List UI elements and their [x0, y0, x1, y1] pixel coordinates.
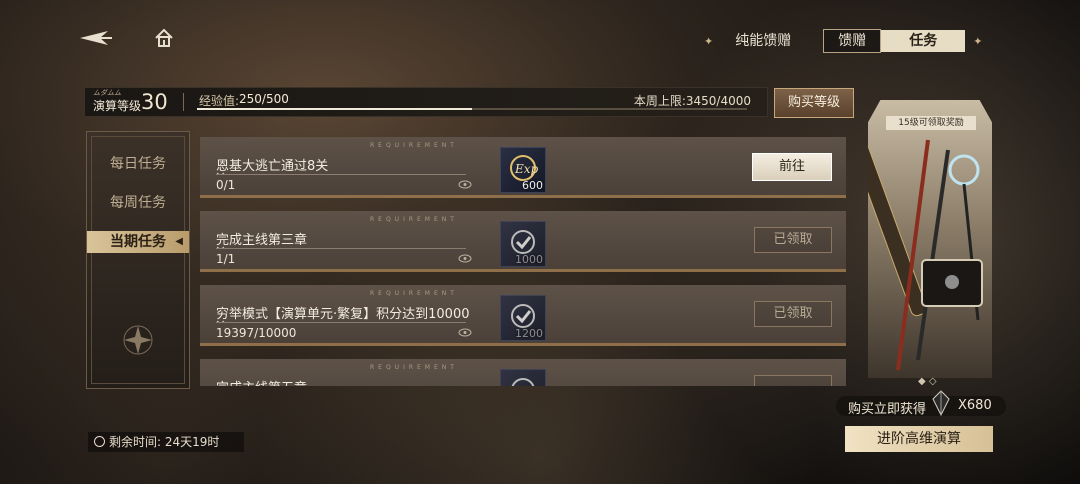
emblem-icon [123, 325, 153, 355]
tab-gift[interactable]: 馈赠 [823, 29, 882, 53]
reward-amount: 600 [522, 179, 543, 192]
menu-daily-tasks[interactable]: 每日任务 [87, 153, 189, 175]
task-progress: 19397/10000 [216, 326, 297, 340]
buy-level-button[interactable]: 购买等级 [774, 88, 854, 118]
divider [216, 174, 466, 175]
go-button[interactable]: 前往 [752, 153, 832, 181]
buy-now-bar: 购买立即获得 X680 [836, 390, 1006, 417]
exp-label: 经验值: [199, 94, 240, 108]
task-name: 完成主线第三章 [216, 233, 308, 248]
level-label: 演算等级 [93, 99, 142, 113]
check-badge-icon [511, 378, 535, 386]
task-category-menu: 每日任务 每周任务 当期任务 ◀ [86, 131, 190, 389]
divider [216, 248, 466, 249]
level-bar: ムダムム 演算等级 30 经验值: 250/500 本周上限:3450/4000 [84, 87, 768, 117]
remaining-time-label: 剩余时间: 24天19时 [109, 435, 220, 449]
clock-icon [94, 436, 105, 447]
requirement-caption: REQUIREMENT [370, 142, 458, 149]
reward-item[interactable]: 1200 [500, 295, 546, 341]
advance-button[interactable]: 进阶高维演算 [845, 426, 993, 452]
buy-now-label: 购买立即获得 [848, 402, 927, 417]
menu-label: 每周任务 [110, 195, 166, 211]
level-reward-preview[interactable]: 15级可领取奖励 [868, 100, 992, 378]
buy-now-amount: X680 [958, 398, 992, 413]
requirement-caption: REQUIREMENT [370, 290, 458, 297]
home-icon[interactable] [152, 26, 176, 50]
remaining-time: 剩余时间: 24天19时 [88, 432, 244, 452]
eye-icon[interactable] [458, 328, 472, 337]
task-name: 穷举模式【演算单元·繁复】积分达到10000 [216, 307, 470, 322]
menu-label: 每日任务 [110, 156, 166, 172]
decor-diamonds-icon: ◆ ◇ [918, 376, 937, 387]
task-row: REQUIREMENT 完成主线第三章 • • 1/1 1000 已领取 [200, 211, 846, 272]
sparkle-icon: ✦ [973, 34, 983, 48]
menu-label: 当期任务 [110, 234, 166, 250]
reward-item[interactable]: 1000 [500, 221, 546, 267]
exp-value: 250/500 [239, 92, 289, 106]
menu-weekly-tasks[interactable]: 每周任务 [87, 192, 189, 214]
claimed-button[interactable] [754, 375, 832, 386]
reward-item[interactable]: Exp 600 [500, 147, 546, 193]
task-row: REQUIREMENT 完成主线第五章 [200, 359, 846, 386]
requirement-caption: REQUIREMENT [370, 364, 458, 371]
task-name: 完成主线第五章 [216, 377, 307, 386]
claimed-button[interactable]: 已领取 [754, 227, 832, 253]
task-progress: 0/1 [216, 178, 236, 192]
exp-progress-fill [197, 108, 472, 110]
task-name: 恩基大逃亡通过8关 [216, 159, 329, 174]
tab-tasks[interactable]: 任务 [881, 30, 966, 52]
task-row: REQUIREMENT 穷举模式【演算单元·繁复】积分达到10000 • • 1… [200, 285, 846, 346]
tab-pure-energy-gift[interactable]: 纯能馈赠 [721, 30, 805, 52]
sparkle-icon: ✦ [704, 34, 714, 48]
reward-amount: 1200 [515, 327, 543, 340]
divider [216, 322, 466, 323]
reward-amount: 1000 [515, 253, 543, 266]
reward-item[interactable] [500, 369, 546, 386]
task-progress: 1/1 [216, 252, 236, 266]
weapons-artwork-icon [868, 139, 983, 371]
level-value: 30 [141, 90, 168, 114]
menu-season-tasks[interactable]: 当期任务 ◀ [87, 231, 189, 253]
svg-text:Exp: Exp [514, 162, 539, 176]
weekly-cap: 本周上限:3450/4000 [633, 94, 751, 108]
chevron-left-icon: ◀ [175, 236, 183, 247]
back-arrow-icon[interactable] [78, 27, 114, 49]
requirement-caption: REQUIREMENT [370, 216, 458, 223]
crystal-icon [932, 390, 950, 416]
task-list[interactable]: REQUIREMENT 恩基大逃亡通过8关 • • 0/1 Exp 600 前往… [196, 131, 848, 386]
divider [183, 93, 184, 111]
claimed-button[interactable]: 已领取 [754, 301, 832, 327]
top-tabs: ✦ 纯能馈赠 馈赠 任务 ✦ [704, 29, 983, 53]
task-row: REQUIREMENT 恩基大逃亡通过8关 • • 0/1 Exp 600 前往 [200, 137, 846, 198]
eye-icon[interactable] [458, 180, 472, 189]
eye-icon[interactable] [458, 254, 472, 263]
